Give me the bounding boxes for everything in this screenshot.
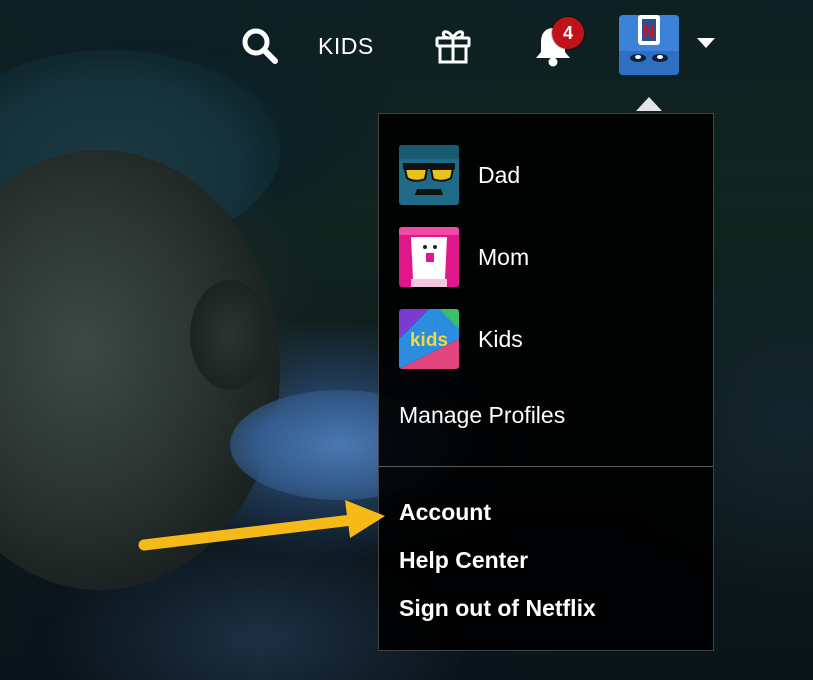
profile-menu-caret[interactable] <box>694 33 718 53</box>
sunglasses-avatar-icon <box>399 145 459 205</box>
kids-link[interactable]: KIDS <box>318 28 374 64</box>
profile-item-kids[interactable]: kids Kids <box>399 309 523 369</box>
profile-name: Kids <box>478 325 523 352</box>
search-icon <box>242 28 278 64</box>
kids-avatar-icon: kids <box>399 309 459 369</box>
gift-button[interactable] <box>430 22 476 68</box>
profile-name: Dad <box>478 161 521 188</box>
profile-item-mom[interactable]: Mom <box>399 227 529 287</box>
kids-avatar-text: kids <box>410 330 448 351</box>
notification-count-badge: 4 <box>552 17 584 49</box>
dropdown-pointer <box>636 97 662 111</box>
blue-monster-avatar-icon: N <box>619 15 679 75</box>
profile-item-dad[interactable]: Dad <box>399 145 520 205</box>
sign-out-link[interactable]: Sign out of Netflix <box>399 595 596 622</box>
profile-dropdown-menu: Dad Mom kids Kids Manage Profiles Accoun… <box>378 113 714 651</box>
caret-down-icon <box>697 38 715 48</box>
menu-divider <box>379 466 713 467</box>
search-button[interactable] <box>238 24 282 68</box>
avatar-letter: N <box>643 24 655 41</box>
mom-avatar <box>399 227 459 287</box>
account-link[interactable]: Account <box>399 499 491 526</box>
dad-avatar <box>399 145 459 205</box>
current-profile-avatar[interactable]: N <box>619 15 679 75</box>
netflix-page: KIDS 4 N Dad Mom kids Kids Manage Profil… <box>0 0 813 680</box>
background-ear <box>190 280 270 390</box>
help-center-link[interactable]: Help Center <box>399 547 528 574</box>
profile-name: Mom <box>478 243 530 270</box>
gift-icon <box>435 30 471 64</box>
pink-avatar-icon <box>399 227 459 287</box>
manage-profiles-link[interactable]: Manage Profiles <box>399 402 565 429</box>
kids-avatar: kids <box>399 309 459 369</box>
